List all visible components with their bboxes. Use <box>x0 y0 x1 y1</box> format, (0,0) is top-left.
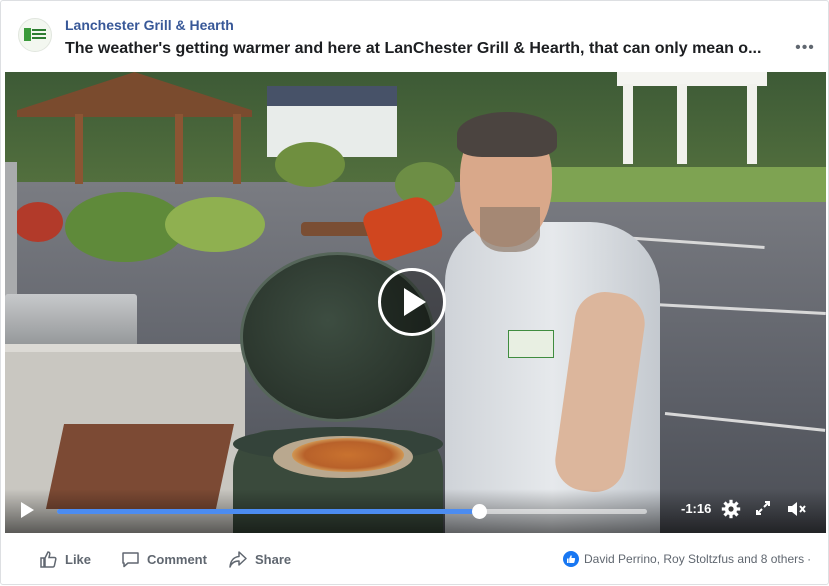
video-progress-slider[interactable] <box>57 504 647 519</box>
post-actions-bar: Like Comment Share David Perrino, Roy St… <box>1 538 829 586</box>
like-button[interactable]: Like <box>39 548 91 570</box>
brand-logo-icon <box>24 27 46 43</box>
center-play-button[interactable] <box>378 268 446 336</box>
like-label: Like <box>65 551 92 567</box>
comment-button[interactable]: Comment <box>121 548 207 570</box>
post-title[interactable]: The weather's getting warmer and here at… <box>65 40 775 58</box>
separator-dot: · <box>807 552 812 566</box>
speaker-muted-icon[interactable] <box>786 499 808 524</box>
play-icon[interactable] <box>21 502 34 518</box>
post-header: Lanchester Grill & Hearth The weather's … <box>1 1 829 71</box>
progress-fill <box>57 509 479 514</box>
video-player[interactable]: -1:16 <box>5 72 826 533</box>
comment-bubble-icon <box>122 551 139 567</box>
video-controls-bar: -1:16 <box>5 489 826 533</box>
reactions-names: David Perrino, Roy Stoltzfus and 8 other… <box>584 552 805 566</box>
comment-label: Comment <box>147 551 207 567</box>
like-reaction-icon <box>563 551 579 567</box>
share-button[interactable]: Share <box>228 548 291 570</box>
more-options-button[interactable]: ••• <box>794 39 816 57</box>
progress-handle[interactable] <box>471 504 487 519</box>
post-card: Lanchester Grill & Hearth The weather's … <box>0 0 829 585</box>
share-label: Share <box>255 551 292 567</box>
play-icon <box>404 288 426 316</box>
page-avatar[interactable] <box>18 18 52 52</box>
page-name-link[interactable]: Lanchester Grill & Hearth <box>65 17 234 33</box>
time-remaining: -1:16 <box>681 501 712 516</box>
expand-icon[interactable] <box>754 499 772 522</box>
share-arrow-icon <box>229 550 247 568</box>
reactions-summary[interactable]: David Perrino, Roy Stoltzfus and 8 other… <box>563 548 811 570</box>
thumbs-up-icon <box>40 550 57 568</box>
gear-icon[interactable] <box>721 499 741 524</box>
ellipsis-icon: ••• <box>795 39 815 56</box>
